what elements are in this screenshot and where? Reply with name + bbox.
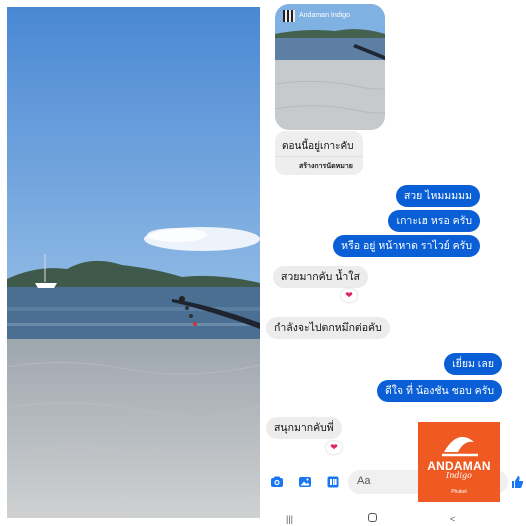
shared-photo-thumbnail[interactable]: Andaman Indigo bbox=[275, 4, 385, 130]
message-bubble-incoming[interactable]: สนุกมากคับพี่ bbox=[266, 417, 342, 439]
event-card-title: ตอนนี้อยู่เกาะคับ bbox=[282, 141, 354, 152]
message-input-placeholder: Aa bbox=[357, 475, 371, 487]
card-divider bbox=[275, 156, 363, 157]
gallery-icon[interactable] bbox=[298, 475, 312, 489]
message-bubble-incoming[interactable]: สวยมากคับ น้ำใส bbox=[273, 266, 368, 288]
qr-code-icon bbox=[283, 10, 295, 22]
thumbnail-caption: Andaman Indigo bbox=[299, 12, 350, 19]
message-bubble-outgoing[interactable]: ดีใจ ที่ น้องชัน ชอบ ครับ bbox=[376, 380, 502, 402]
back-icon[interactable]: < bbox=[450, 514, 455, 524]
message-bubble-incoming[interactable]: กำลังจะไปตกหมึกต่อคับ bbox=[266, 317, 390, 339]
system-navigation-bar: ||| < bbox=[262, 508, 526, 526]
message-bubble-outgoing[interactable]: สวย ไหมมมมม bbox=[395, 185, 480, 207]
message-bubble-outgoing[interactable]: หรือ อยู่ หน้าหาด ราไวย์ ครับ bbox=[333, 235, 480, 257]
message-bubble-outgoing[interactable]: เยี่ยม เลย bbox=[444, 353, 502, 375]
logo-location: Phuket bbox=[451, 489, 467, 495]
chat-panel: Andaman Indigo ตอนนี้อยู่เกาะคับ สร้างกา… bbox=[262, 0, 526, 526]
recent-apps-icon[interactable]: ||| bbox=[286, 514, 293, 524]
logo-script: Indigo bbox=[446, 471, 472, 480]
event-card: ตอนนี้อยู่เกาะคับ สร้างการนัดหมาย bbox=[275, 131, 363, 175]
andaman-indigo-logo: ANDAMAN Indigo Phuket bbox=[418, 422, 500, 502]
sticker-icon[interactable] bbox=[326, 475, 340, 489]
message-bubble-outgoing[interactable]: เกาะเฮ หรอ ครับ bbox=[388, 210, 480, 232]
camera-icon[interactable] bbox=[270, 475, 284, 489]
home-icon[interactable] bbox=[368, 513, 377, 522]
beach-photo bbox=[7, 7, 260, 518]
heart-reaction-icon[interactable]: ❤ bbox=[326, 441, 342, 454]
like-icon[interactable] bbox=[510, 475, 524, 489]
create-appointment-button[interactable]: สร้างการนัดหมาย bbox=[299, 161, 353, 172]
sail-icon bbox=[442, 436, 478, 457]
heart-reaction-icon[interactable]: ❤ bbox=[341, 289, 357, 302]
